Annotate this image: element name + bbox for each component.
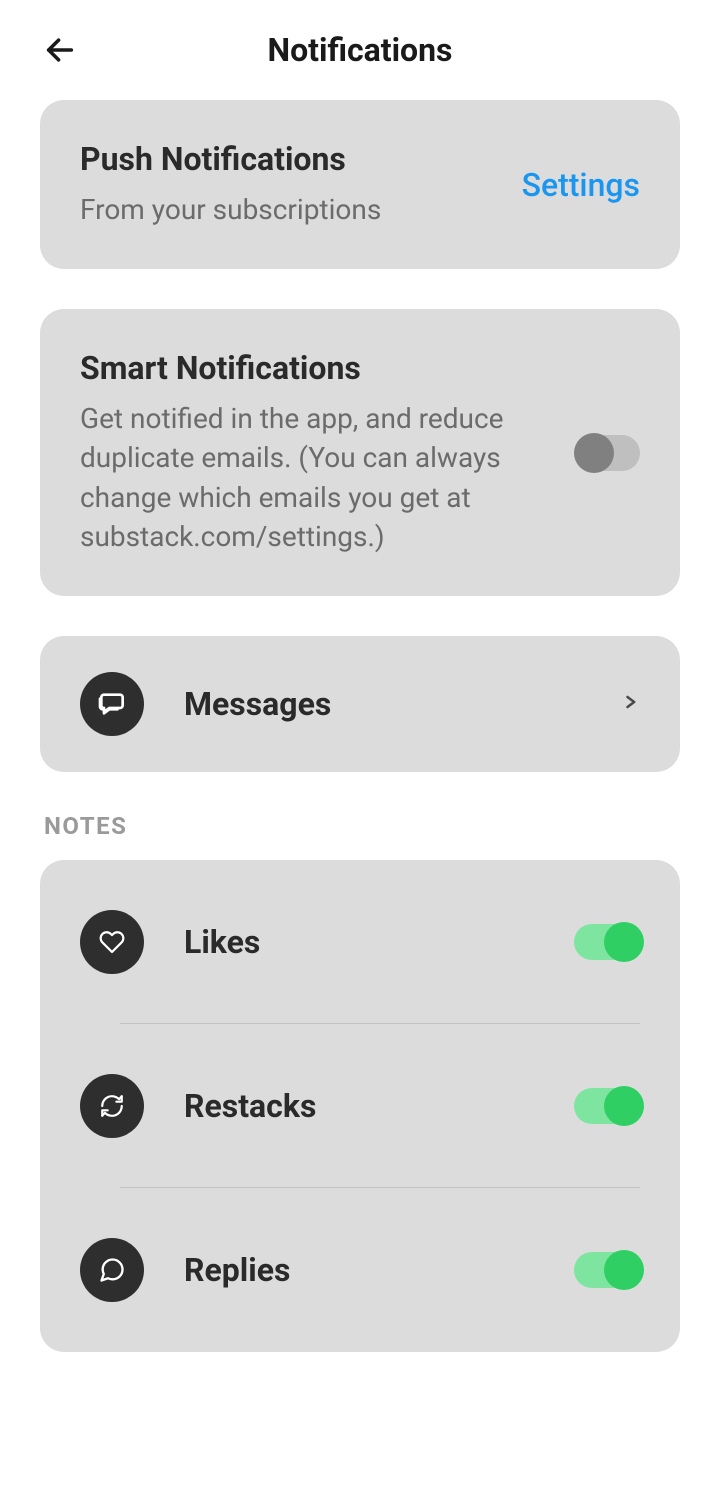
messages-icon: [96, 688, 128, 720]
replies-toggle[interactable]: [574, 1252, 640, 1288]
chevron-right-icon: [620, 686, 640, 722]
push-notifications-title: Push Notifications: [80, 140, 498, 178]
smart-notifications-toggle[interactable]: [574, 435, 640, 471]
messages-icon-circle: [80, 672, 144, 736]
replies-row: Replies: [40, 1188, 680, 1352]
smart-notifications-title: Smart Notifications: [80, 349, 550, 387]
back-button[interactable]: [40, 30, 80, 70]
messages-label: Messages: [184, 685, 580, 723]
restacks-row: Restacks: [40, 1024, 680, 1188]
messages-row[interactable]: Messages: [40, 636, 680, 772]
restacks-icon-circle: [80, 1074, 144, 1138]
push-notifications-card: Push Notifications From your subscriptio…: [40, 100, 680, 269]
smart-notifications-subtitle: Get notified in the app, and reduce dupl…: [80, 399, 550, 556]
toggle-knob: [604, 922, 644, 962]
notes-section-label: Notes: [44, 812, 680, 840]
toggle-knob: [604, 1086, 644, 1126]
likes-icon-circle: [80, 910, 144, 974]
likes-label: Likes: [184, 923, 534, 961]
restack-icon: [99, 1093, 125, 1119]
back-arrow-icon: [43, 33, 77, 67]
reply-icon: [98, 1256, 126, 1284]
replies-icon-circle: [80, 1238, 144, 1302]
push-notifications-settings-link[interactable]: Settings: [522, 166, 640, 204]
toggle-knob: [574, 433, 614, 473]
smart-notifications-card: Smart Notifications Get notified in the …: [40, 309, 680, 596]
notifications-settings-screen: Notifications Push Notifications From yo…: [0, 0, 720, 1507]
notes-list-card: Likes Restacks: [40, 860, 680, 1352]
page-title: Notifications: [40, 31, 680, 69]
push-notifications-subtitle: From your subscriptions: [80, 190, 498, 229]
likes-row: Likes: [40, 860, 680, 1024]
likes-toggle[interactable]: [574, 924, 640, 960]
restacks-toggle[interactable]: [574, 1088, 640, 1124]
replies-label: Replies: [184, 1251, 534, 1289]
toggle-knob: [604, 1250, 644, 1290]
header: Notifications: [0, 0, 720, 100]
restacks-label: Restacks: [184, 1087, 534, 1125]
heart-icon: [99, 929, 125, 955]
